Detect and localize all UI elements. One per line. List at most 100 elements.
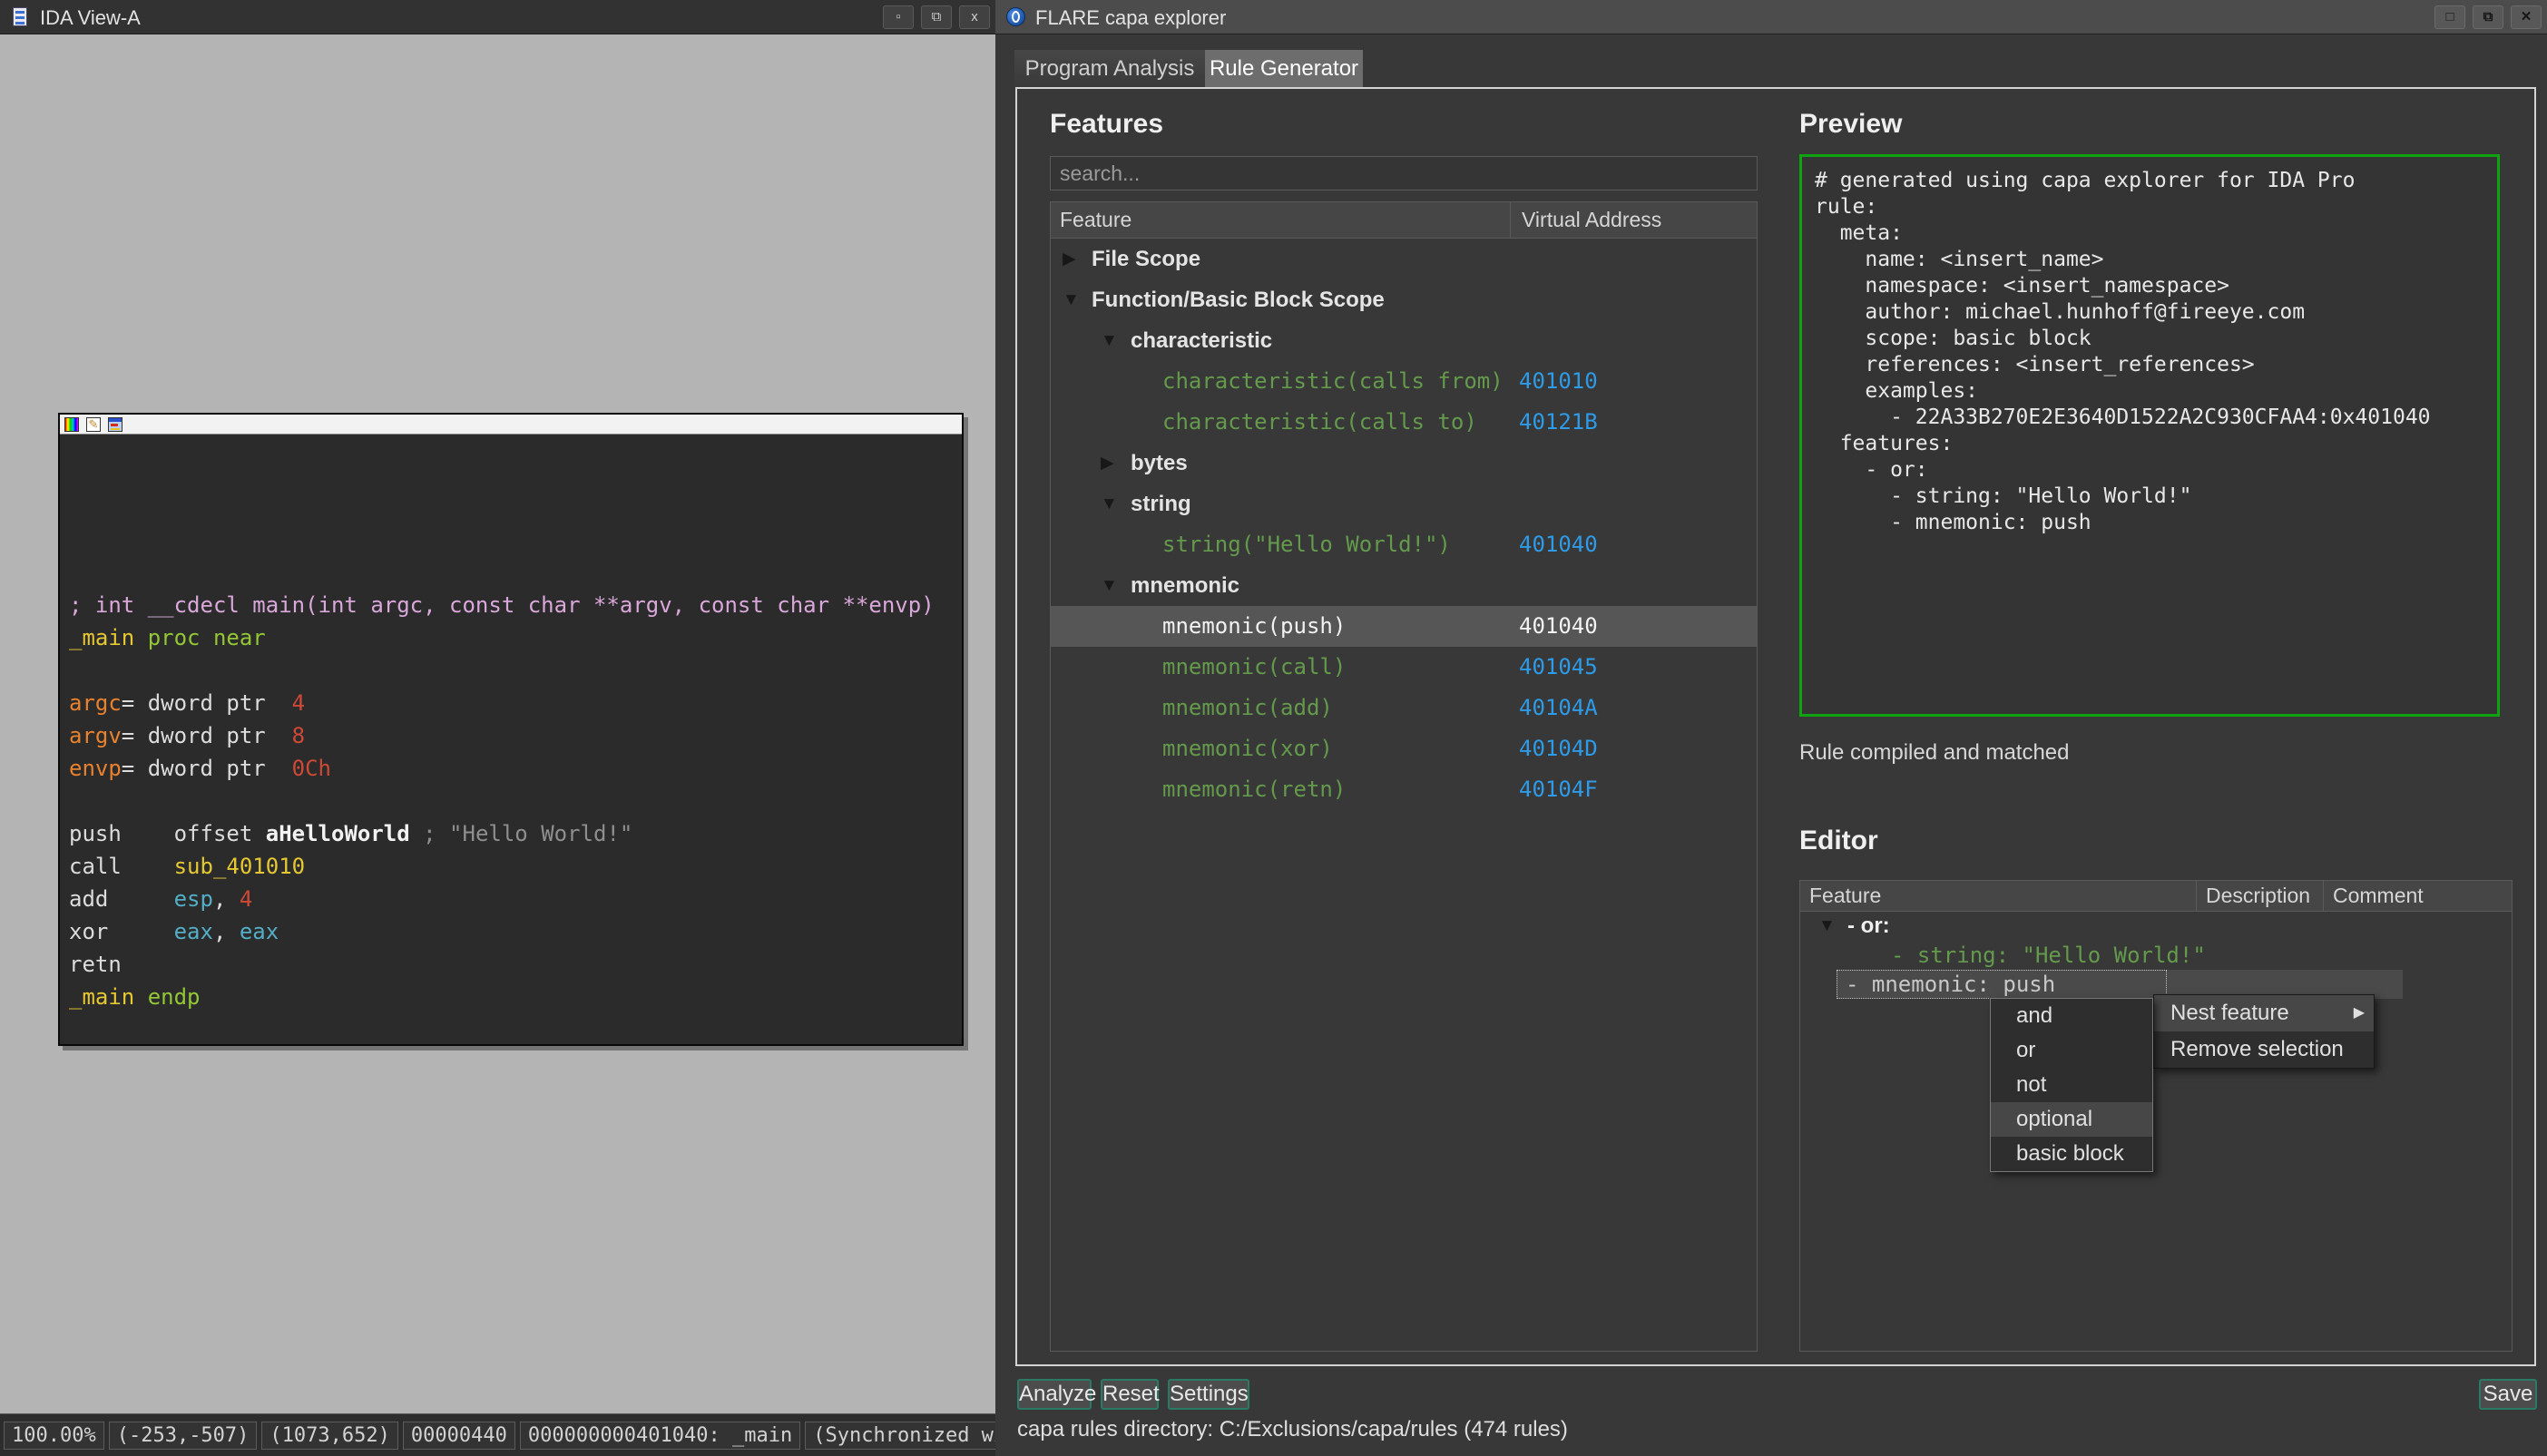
disassembly-window[interactable]: ✎ ; int __cdecl main(int argc, const cha… [58,413,964,1046]
virtual-address[interactable]: 401040 [1519,606,1598,647]
submenu-item-not[interactable]: not [1991,1068,2152,1102]
submenu-item-or[interactable]: or [1991,1033,2152,1068]
virtual-address[interactable]: 401010 [1519,361,1598,402]
tab-program-analysis[interactable]: Program Analysis [1014,50,1205,87]
virtual-address[interactable]: 401040 [1519,524,1598,565]
code-line[interactable]: _main proc near [69,621,962,654]
features-tree: Feature Virtual Address ▶File Scope▼Func… [1050,201,1758,1352]
tree-row[interactable]: ▼ string [1051,484,1757,524]
search-input[interactable] [1050,156,1758,191]
tree-row[interactable]: ▶bytes [1051,443,1757,484]
tree-parent-label: characteristic [1131,320,1272,361]
chevron-down-icon[interactable]: ▼ [1063,279,1080,320]
close-icon[interactable]: x [959,5,990,29]
virtual-address[interactable]: 40121B [1519,402,1598,443]
editor-row-or[interactable]: ▼ - or: [1800,912,2512,941]
close-icon[interactable]: ✕ [2511,5,2542,29]
chevron-down-icon[interactable]: ▼ [1818,912,1836,941]
menu-item-remove-selection[interactable]: Remove selection [2154,1031,2374,1068]
code-line[interactable]: envp= dword ptr 0Ch [69,752,962,785]
ida-window-title: IDA View-A [40,6,141,30]
code-line[interactable]: call sub_401010 [69,850,962,883]
ida-titlebar[interactable]: IDA View-A ▫ ⧉ x [0,0,995,34]
chevron-down-icon[interactable]: ▼ [1101,484,1118,524]
tree-row[interactable]: mnemonic(retn)40104F [1051,769,1757,810]
tree-row[interactable]: string("Hello World!")401040 [1051,524,1757,565]
tree-row[interactable]: mnemonic(call) 401045 [1051,647,1757,688]
code-line[interactable]: push offset aHelloWorld ; "Hello World!" [69,817,962,850]
editor-header[interactable]: Feature Description Comment [1800,881,2512,912]
rule-editor: Feature Description Comment ▼ - or: - st… [1799,880,2513,1352]
preview-line: - or: [1815,457,2497,484]
statusbar-segment: (1073,652) [261,1422,397,1450]
tab-rule-generator[interactable]: Rule Generator [1205,50,1363,87]
ida-canvas[interactable]: ✎ ; int __cdecl main(int argc, const cha… [0,34,995,1413]
submenu-item-basic-block[interactable]: basic block [1991,1137,2152,1171]
code-line[interactable]: argc= dword ptr 4 [69,687,962,719]
code-line[interactable]: _main endp [69,981,962,1013]
capa-window-title: FLARE capa explorer [1035,6,1226,30]
maximize-icon[interactable]: □ [2434,5,2465,29]
virtual-address[interactable]: 40104F [1519,769,1598,810]
features-tree-header[interactable]: Feature Virtual Address [1051,202,1757,239]
submenu-item-and[interactable]: and [1991,999,2152,1033]
code-line[interactable] [69,654,962,687]
rule-preview[interactable]: # generated using capa explorer for IDA … [1799,154,2500,717]
tree-row[interactable]: mnemonic(xor)40104D [1051,728,1757,769]
disassembly-toolbar: ✎ [60,415,962,435]
column-feature[interactable]: Feature [1051,202,1510,238]
restore-icon[interactable]: ⧉ [921,5,952,29]
colors-icon[interactable] [64,417,79,432]
statusbar-segment: (Synchronized with Hex [805,1422,995,1450]
reset-button[interactable]: Reset [1101,1379,1159,1410]
tree-parent-label: string [1131,484,1191,524]
feature-label: mnemonic(call) [1162,647,1346,688]
menu-item-nest-feature[interactable]: Nest feature▶ [2154,995,2374,1031]
tree-row[interactable]: mnemonic(add)40104A [1051,688,1757,728]
tree-row[interactable]: ▼mnemonic [1051,565,1757,606]
tree-row[interactable]: ▶File Scope [1051,239,1757,279]
virtual-address[interactable]: 401045 [1519,647,1598,688]
column-feature[interactable]: Feature [1800,881,2196,911]
code-line[interactable]: xor eax, eax [69,915,962,948]
editor-heading: Editor [1799,826,1878,856]
capa-logo-icon [1006,7,1025,26]
preview-line: rule: [1815,194,2497,220]
tree-row[interactable]: ▼Function/Basic Block Scope [1051,279,1757,320]
code-line[interactable] [69,785,962,817]
capa-explorer-window: FLARE capa explorer □ ⧉ ✕ Program Analys… [995,0,2547,1456]
minimize-icon[interactable]: ▫ [883,5,914,29]
tree-row[interactable]: characteristic(calls from)401010 [1051,361,1757,402]
column-comment[interactable]: Comment [2323,881,2430,911]
editor-row-string[interactable]: - string: "Hello World!" [1800,941,2512,970]
preview-line: scope: basic block [1815,326,2497,352]
window-icon[interactable] [108,417,122,432]
chevron-right-icon[interactable]: ▶ [1063,239,1076,279]
submenu-item-optional[interactable]: optional [1991,1102,2152,1137]
restore-icon[interactable]: ⧉ [2473,5,2503,29]
code-line[interactable]: ; int __cdecl main(int argc, const char … [69,589,962,621]
code-line[interactable]: argv= dword ptr 8 [69,719,962,752]
tree-row[interactable]: characteristic(calls to)40121B [1051,402,1757,443]
preview-line: author: michael.hunhoff@fireeye.com [1815,299,2497,326]
statusbar-segment: (-253,-507) [109,1422,258,1450]
virtual-address[interactable]: 40104A [1519,688,1598,728]
code-line[interactable]: add esp, 4 [69,883,962,915]
virtual-address[interactable]: 40104D [1519,728,1598,769]
tree-row[interactable]: ▼ characteristic [1051,320,1757,361]
chevron-down-icon[interactable]: ▼ [1101,320,1118,361]
settings-button[interactable]: Settings [1168,1379,1249,1410]
ida-view-window: IDA View-A ▫ ⧉ x ✎ ; int __cdecl main(in… [0,0,995,1456]
capa-titlebar[interactable]: FLARE capa explorer □ ⧉ ✕ [995,0,2547,34]
disassembly-listing[interactable]: ; int __cdecl main(int argc, const char … [60,435,962,1044]
code-line[interactable]: retn [69,948,962,981]
column-description[interactable]: Description [2196,881,2323,911]
analyze-button[interactable]: Analyze [1017,1379,1092,1410]
statusbar-segment: 00000440 [403,1422,515,1450]
save-button[interactable]: Save [2479,1379,2537,1410]
edit-icon[interactable]: ✎ [86,417,101,432]
chevron-right-icon[interactable]: ▶ [1101,443,1114,484]
tree-row[interactable]: mnemonic(push)401040 [1051,606,1757,647]
chevron-down-icon[interactable]: ▼ [1101,565,1118,606]
column-virtual-address[interactable]: Virtual Address [1510,202,1757,238]
